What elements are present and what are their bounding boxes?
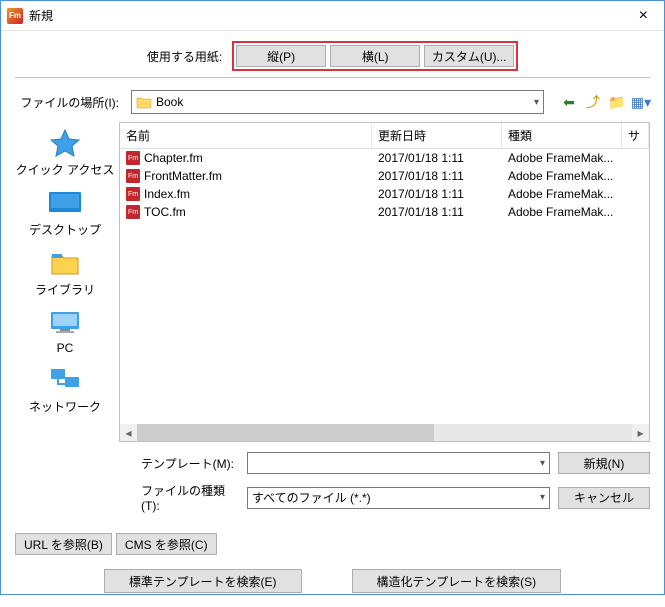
place-pc[interactable]: PC	[47, 308, 83, 355]
view-menu-icon[interactable]: ▦▾	[632, 93, 650, 111]
new-button[interactable]: 新規(N)	[558, 452, 650, 474]
filetype-select[interactable]: すべてのファイル (*.*) ▾	[247, 487, 550, 509]
up-icon[interactable]: ⤴	[584, 93, 602, 111]
pc-icon	[47, 308, 83, 338]
list-item[interactable]: Fm Chapter.fm 2017/01/18 1:11 Adobe Frame…	[120, 149, 649, 167]
file-date: 2017/01/18 1:11	[378, 205, 508, 219]
place-label: ネットワーク	[29, 398, 101, 415]
browse-cms-button[interactable]: CMS を参照(C)	[116, 533, 217, 555]
scroll-thumb[interactable]	[137, 424, 434, 441]
desktop-icon	[47, 188, 83, 218]
fm-file-icon: Fm	[126, 187, 140, 201]
file-name: Index.fm	[144, 187, 190, 201]
network-icon	[47, 365, 83, 395]
chevron-down-icon: ▾	[540, 492, 545, 503]
cancel-button[interactable]: キャンセル	[558, 487, 650, 509]
list-item[interactable]: Fm FrontMatter.fm 2017/01/18 1:11 Adobe F…	[120, 167, 649, 185]
template-label: テンプレート(M):	[141, 455, 239, 472]
scroll-track[interactable]	[137, 424, 632, 441]
fm-file-icon: Fm	[126, 169, 140, 183]
back-icon[interactable]: ⬅	[560, 93, 578, 111]
file-name: TOC.fm	[144, 205, 186, 219]
location-value: Book	[156, 95, 183, 109]
folder-icon	[136, 95, 152, 109]
landscape-button[interactable]: 横(L)	[330, 45, 420, 67]
scroll-left-icon[interactable]: ◂	[120, 424, 137, 441]
file-list-pane: 名前 更新日時 種類 サ Fm Chapter.fm 2017/01/18 1:1…	[119, 122, 650, 442]
file-type: Adobe FrameMak...	[508, 205, 628, 219]
file-type: Adobe FrameMak...	[508, 187, 628, 201]
template-input[interactable]: ▾	[247, 452, 550, 474]
location-label: ファイルの場所(I):	[15, 94, 125, 111]
place-label: デスクトップ	[29, 221, 101, 238]
col-name[interactable]: 名前	[120, 123, 372, 148]
place-label: PC	[57, 341, 74, 355]
file-date: 2017/01/18 1:11	[378, 151, 508, 165]
place-label: ライブラリ	[35, 281, 95, 298]
col-type[interactable]: 種類	[502, 123, 622, 148]
fm-file-icon: Fm	[126, 151, 140, 165]
new-folder-icon[interactable]: 📁	[608, 93, 626, 111]
places-bar: クイック アクセス デスクトップ ライブラリ PC ネットワーク	[15, 122, 115, 442]
window-title: 新規	[29, 7, 53, 24]
col-size[interactable]: サ	[622, 123, 649, 148]
app-icon: Fm	[7, 8, 23, 24]
place-desktop[interactable]: デスクトップ	[29, 188, 101, 238]
star-icon	[47, 128, 83, 158]
place-quick-access[interactable]: クイック アクセス	[16, 128, 115, 178]
col-date[interactable]: 更新日時	[372, 123, 502, 148]
library-icon	[47, 248, 83, 278]
location-select[interactable]: Book ▾	[131, 90, 544, 114]
file-type: Adobe FrameMak...	[508, 151, 628, 165]
search-standard-template-button[interactable]: 標準テンプレートを検索(E)	[104, 569, 302, 593]
file-date: 2017/01/18 1:11	[378, 187, 508, 201]
horizontal-scrollbar[interactable]: ◂ ▸	[120, 424, 649, 441]
list-header: 名前 更新日時 種類 サ	[120, 123, 649, 149]
portrait-button[interactable]: 縦(P)	[236, 45, 326, 67]
search-structured-template-button[interactable]: 構造化テンプレートを検索(S)	[352, 569, 562, 593]
fm-file-icon: Fm	[126, 205, 140, 219]
file-name: FrontMatter.fm	[144, 169, 222, 183]
template-field[interactable]	[252, 456, 540, 470]
list-item[interactable]: Fm Index.fm 2017/01/18 1:11 Adobe FrameMa…	[120, 185, 649, 203]
custom-button[interactable]: カスタム(U)...	[424, 45, 514, 67]
paper-button-group: 縦(P) 横(L) カスタム(U)...	[232, 41, 518, 71]
browse-url-button[interactable]: URL を参照(B)	[15, 533, 112, 555]
file-type: Adobe FrameMak...	[508, 169, 628, 183]
place-library[interactable]: ライブラリ	[35, 248, 95, 298]
file-date: 2017/01/18 1:11	[378, 169, 508, 183]
chevron-down-icon[interactable]: ▾	[540, 458, 545, 469]
scroll-right-icon[interactable]: ▸	[632, 424, 649, 441]
place-label: クイック アクセス	[16, 161, 115, 178]
file-name: Chapter.fm	[144, 151, 203, 165]
filetype-value: すべてのファイル (*.*)	[252, 489, 371, 506]
chevron-down-icon: ▾	[534, 97, 539, 108]
filetype-label: ファイルの種類(T):	[141, 482, 239, 513]
place-network[interactable]: ネットワーク	[29, 365, 101, 415]
list-body[interactable]: Fm Chapter.fm 2017/01/18 1:11 Adobe Frame…	[120, 149, 649, 424]
list-item[interactable]: Fm TOC.fm 2017/01/18 1:11 Adobe FrameMak.…	[120, 203, 649, 221]
close-icon[interactable]: ×	[629, 7, 658, 25]
paper-label: 使用する用紙:	[147, 48, 222, 65]
